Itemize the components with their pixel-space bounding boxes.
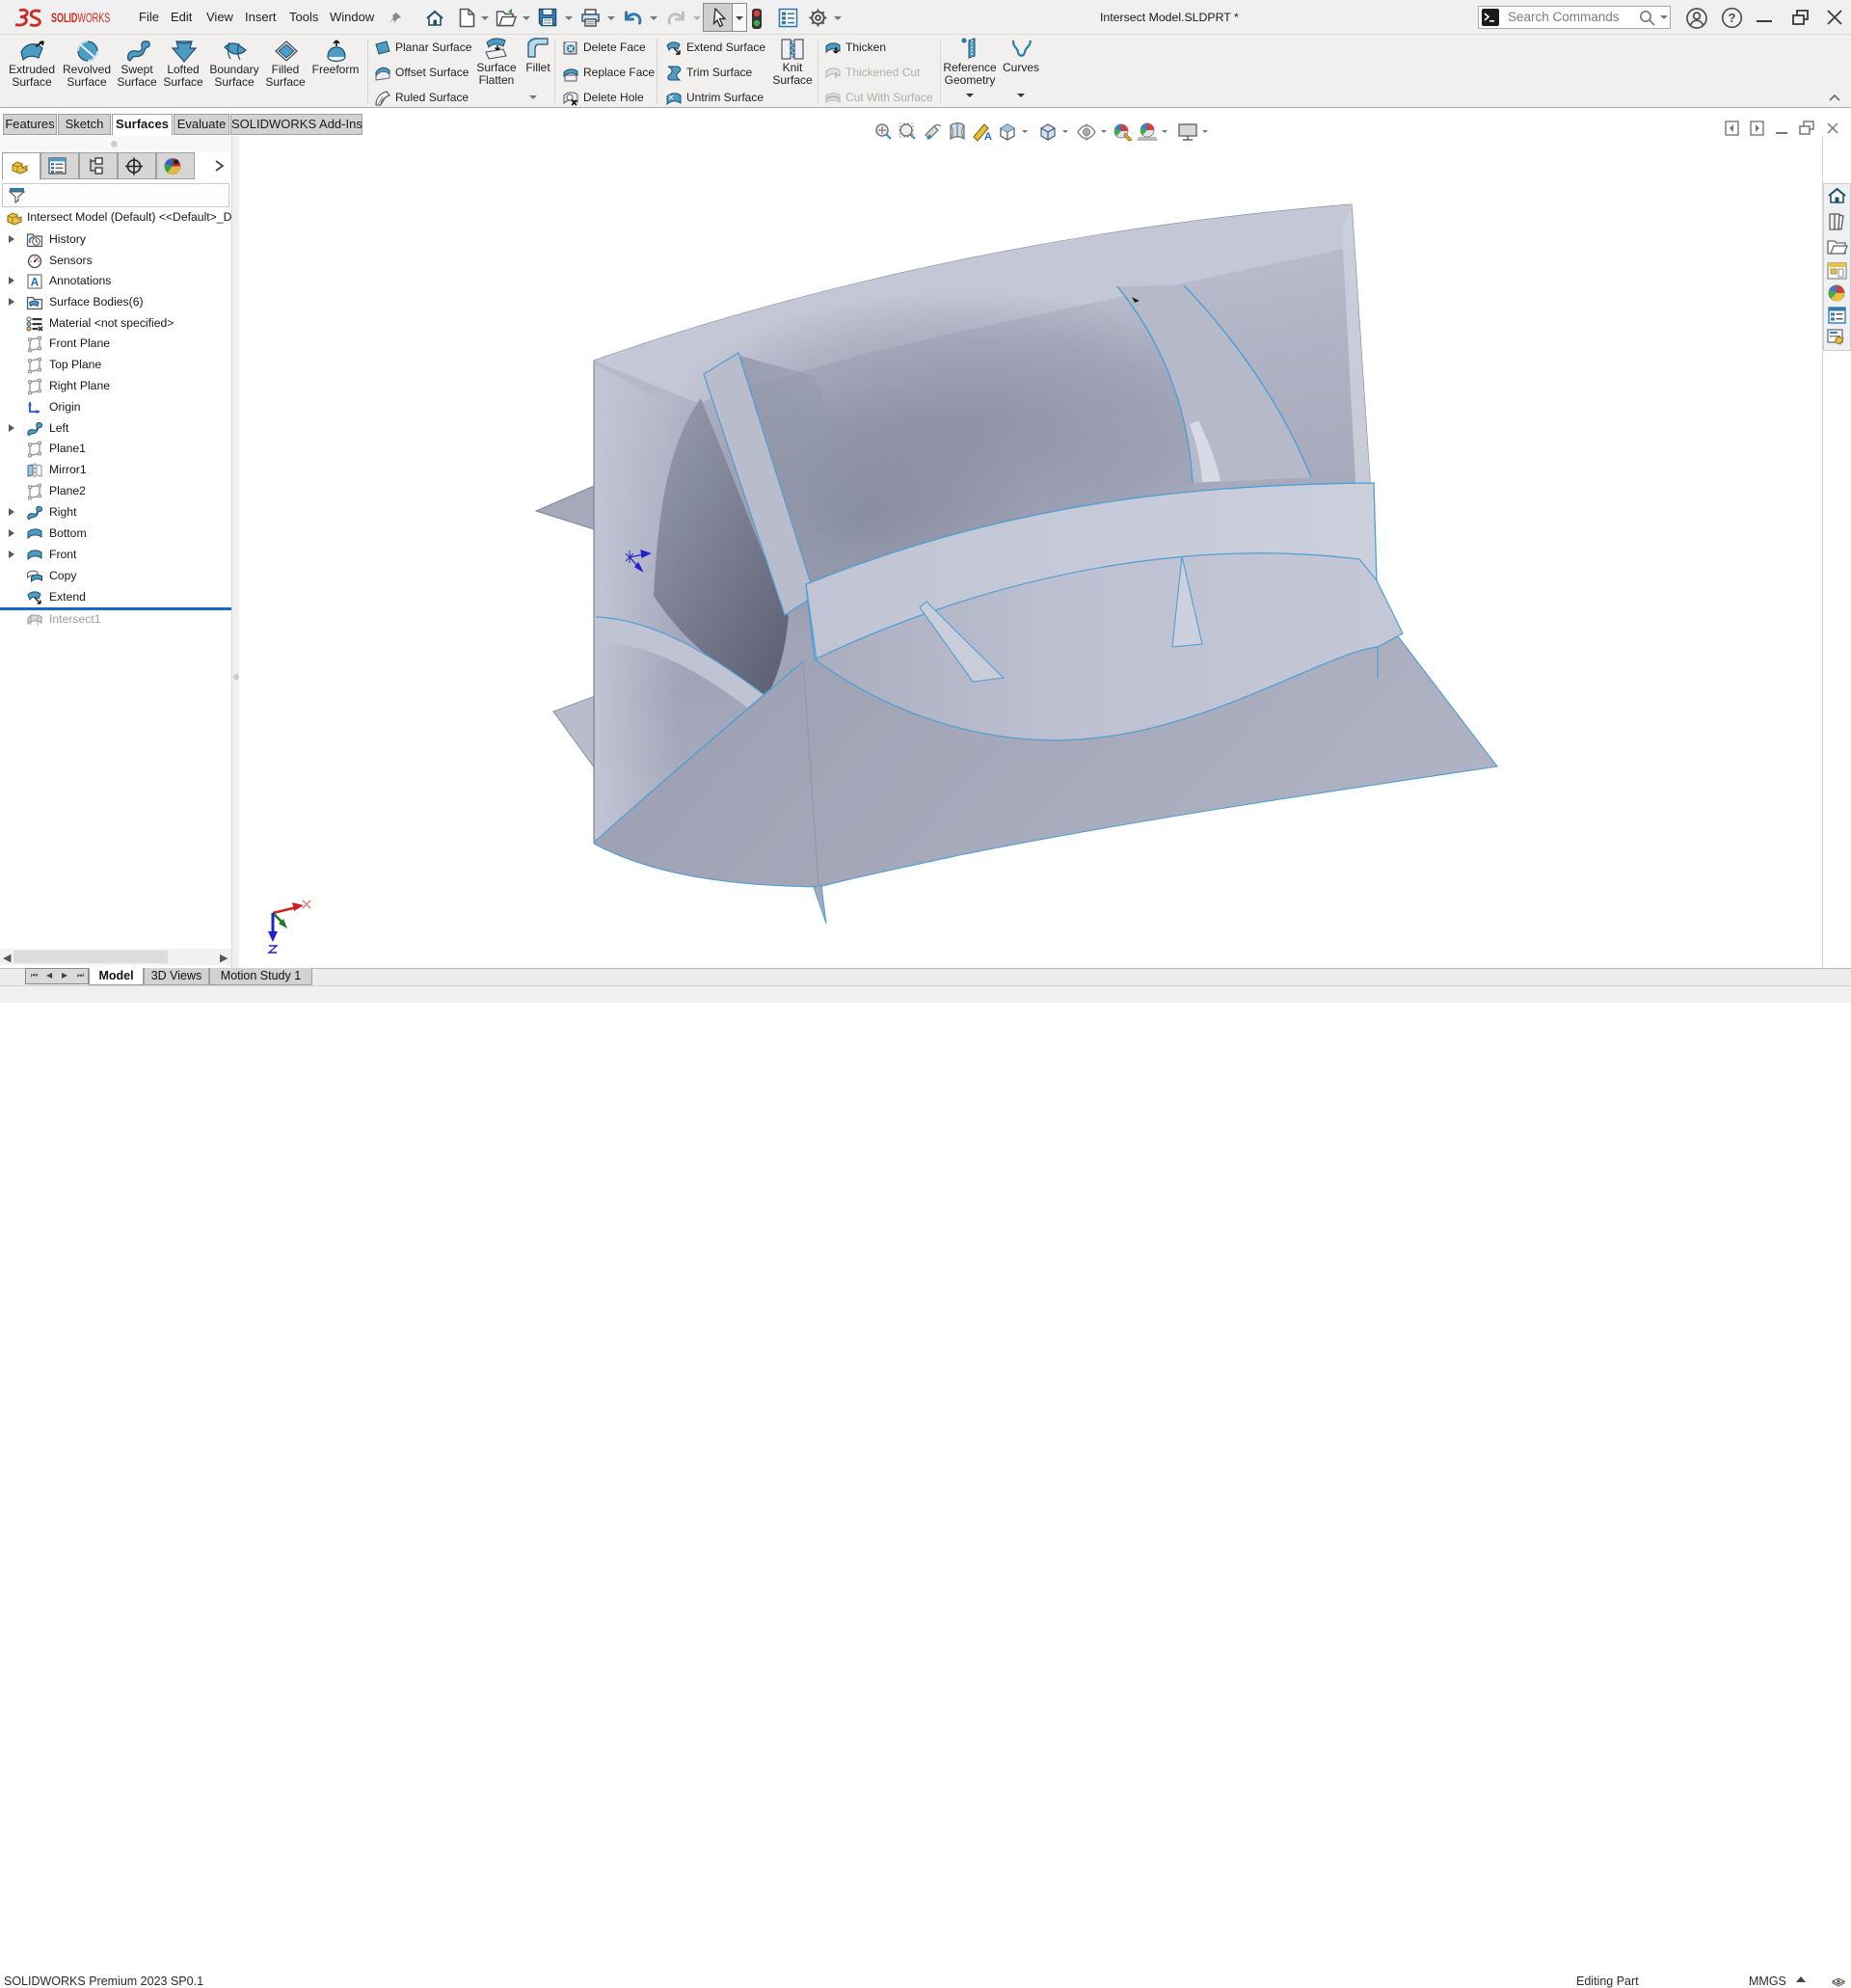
svg-text:A: A [984,131,992,143]
